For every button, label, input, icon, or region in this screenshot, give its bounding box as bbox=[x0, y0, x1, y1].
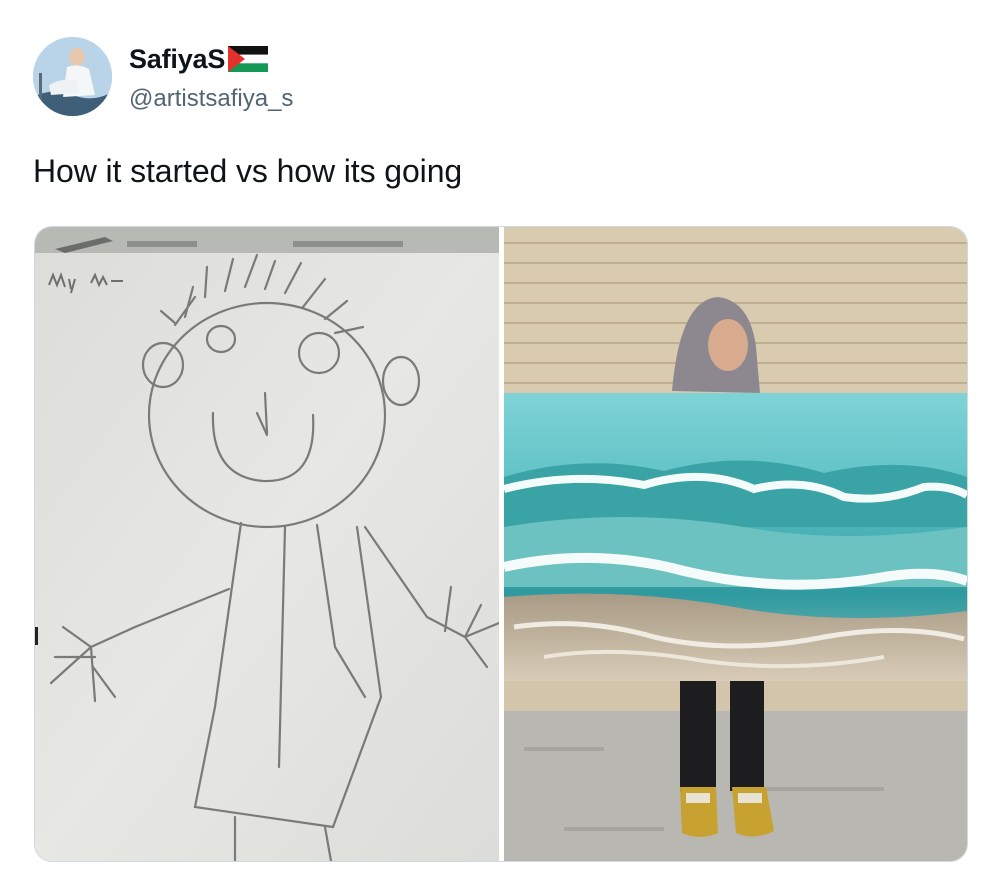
display-name[interactable]: SafiyaS bbox=[129, 44, 225, 75]
ocean-wave-painting-image[interactable] bbox=[504, 227, 967, 861]
child-pencil-drawing-image[interactable] bbox=[35, 227, 499, 861]
profile-photo-icon bbox=[33, 37, 112, 116]
media-grid bbox=[34, 226, 968, 862]
tweet-text: How it started vs how its going bbox=[33, 153, 463, 189]
user-handle[interactable]: @artistsafiya_s bbox=[129, 85, 293, 113]
avatar[interactable] bbox=[33, 37, 112, 116]
palestine-flag-icon bbox=[228, 46, 269, 72]
tweet-header: SafiyaS @artistsafiya_s bbox=[33, 37, 633, 117]
